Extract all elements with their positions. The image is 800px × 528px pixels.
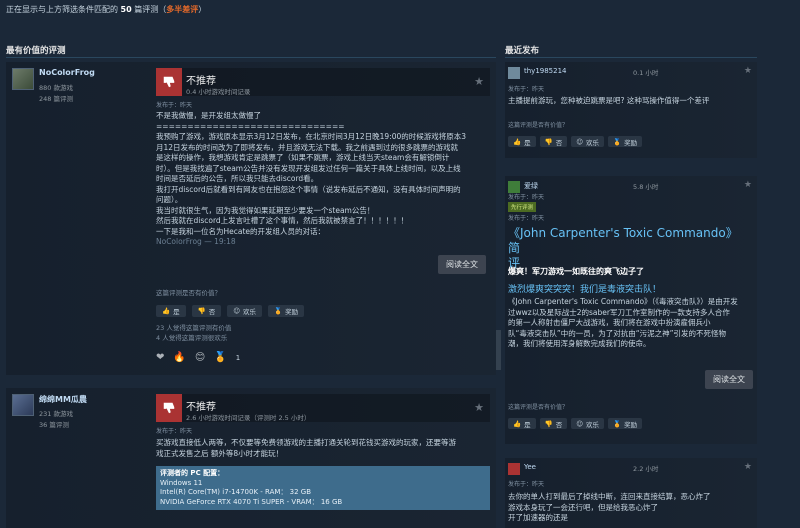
playtime: 2.2 小时 (633, 465, 659, 473)
review-content: 《John Carpenter's Toxic Commando》（《毒液突击队… (508, 297, 738, 348)
vote-no-button[interactable]: 👎 否 (539, 418, 568, 429)
award-icon: 🏅 (273, 307, 283, 315)
posted-date: 发布于：昨天 (508, 194, 545, 201)
award-count: 1 (235, 353, 241, 362)
thumbs-down-icon (508, 463, 520, 475)
award-medal-icon[interactable]: 🏅 (214, 352, 226, 363)
vote-yes-button[interactable]: 👍 是 (508, 136, 536, 147)
thumbs-down-icon: 👎 (197, 307, 206, 315)
avatar[interactable] (12, 68, 34, 90)
thumbs-down-icon (156, 68, 182, 96)
author-name[interactable]: 绵绵MM瓜農 (39, 394, 87, 405)
review-subheadline: 激烈爆爽突突突！我们是毒液突击队！ (508, 285, 662, 295)
filter-summary: 正在显示与上方筛选条件匹配的 50 篇评测（多半差评） (6, 5, 207, 14)
divider (505, 57, 757, 58)
vote-funny-button[interactable]: ☺ 欢乐 (571, 136, 604, 147)
playtime: 0.1 小时 (633, 69, 659, 77)
thumbs-up-icon: 👍 (513, 419, 522, 428)
vote-buttons: 👍 是 👎 否 ☺ 欢乐 🏅 奖励 (156, 305, 305, 317)
vote-no-button[interactable]: 👎 否 (539, 136, 568, 147)
thumbs-up-icon: 👍 (513, 137, 522, 146)
pc-specs: 评测者的 PC 配置： Windows 11 Intel(R) Core(TM)… (156, 466, 490, 510)
scrollbar[interactable] (496, 330, 501, 370)
award-smile-icon[interactable]: 😊 (195, 352, 205, 363)
sentiment-label[interactable]: 多半差评 (166, 5, 198, 14)
recent-review-card: thy1985214 0.1 小时 ★ 发布于：昨天 主播提前游玩，您种被迫跳票… (505, 62, 757, 158)
award-heart-icon[interactable]: ❤ (156, 352, 164, 363)
author-games[interactable]: 880 款游戏 (39, 82, 73, 92)
author-reviews[interactable]: 248 篇评测 (39, 93, 73, 103)
funny-count: 4 人觉得这篇评测很欢乐 (156, 334, 228, 342)
thumbs-down-icon: 👎 (544, 137, 553, 146)
thumbs-down-icon (156, 394, 182, 422)
vote-funny-button[interactable]: ☺ 欢乐 (227, 305, 262, 317)
author-reviews[interactable]: 36 篇评测 (39, 419, 69, 429)
star-icon[interactable]: ★ (474, 75, 484, 88)
posted-date: 发布于：昨天 (508, 86, 545, 93)
avatar[interactable] (12, 394, 34, 416)
vote-yes-button[interactable]: 👍 是 (508, 418, 536, 429)
review-count: 50 (120, 5, 132, 14)
review-content: 不是我做慢，是开发组太做慢了 =========================… (156, 111, 467, 246)
award-fire-icon[interactable]: 🔥 (173, 352, 185, 363)
verdict-label: 不推荐 (186, 402, 216, 413)
star-icon[interactable]: ★ (744, 180, 752, 190)
review-card: NoColorFrog 880 款游戏 248 篇评测 不推荐 0.4 小时游戏… (6, 62, 496, 375)
posted-date: 发布于：昨天 (156, 428, 193, 435)
vote-buttons: 👍 是 👎 否 ☺ 欢乐 🏅 奖励 (508, 418, 643, 429)
verdict-header[interactable]: 不推荐 0.4 小时游戏时间记录 ★ (156, 68, 490, 96)
review-title: 《John Carpenter's Toxic Commando》简 评 (508, 226, 738, 270)
award-icon: 🏅 (612, 419, 622, 428)
helpful-question: 这篇评测是否有价值？ (508, 122, 569, 129)
read-more-button[interactable]: 阅读全文 (705, 370, 753, 389)
review-content: 去你的单人打到最后了掉线中断，连回来直接结算，恶心炸了 游戏本身玩了一会还行吧，… (508, 492, 711, 522)
laugh-icon: ☺ (233, 307, 240, 315)
verdict-header[interactable]: 不推荐 2.6 小时游戏时间记录（评测时 2.5 小时） ★ (156, 394, 490, 422)
posted-date: 发布于：昨天 (156, 102, 193, 109)
award-button[interactable]: 🏅 奖励 (267, 305, 305, 317)
avatar[interactable] (508, 67, 520, 79)
helpful-count: 23 人觉得这篇评测有价值 (156, 324, 232, 332)
author-name[interactable]: NoColorFrog (39, 68, 95, 77)
thumbs-down-icon: 👎 (544, 419, 553, 428)
vote-yes-button[interactable]: 👍 是 (156, 305, 186, 317)
review-headline: 爆爽！军刀游戏一如既往的爽飞边子了 (508, 267, 644, 276)
helpful-question: 这篇评测是否有价值？ (156, 289, 221, 297)
author-name[interactable]: 爱绿 (524, 181, 538, 191)
star-icon[interactable]: ★ (474, 401, 484, 414)
vote-funny-button[interactable]: ☺ 欢乐 (571, 418, 604, 429)
author-name[interactable]: thy1985214 (524, 67, 567, 75)
divider (6, 57, 496, 58)
recent-review-card: Yee 2.2 小时 ★ 发布于：昨天 去你的单人打到最后了掉线中断，连回来直接… (505, 458, 757, 528)
award-button[interactable]: 🏅 奖励 (607, 136, 643, 147)
playtime: 5.8 小时 (633, 183, 659, 191)
posted-date: 发布于：昨天 (508, 215, 545, 222)
laugh-icon: ☺ (576, 137, 583, 146)
awards: ❤ 🔥 😊 🏅 1 (156, 352, 240, 363)
review-card: 绵绵MM瓜農 231 款游戏 36 篇评测 不推荐 2.6 小时游戏时间记录（评… (6, 388, 496, 528)
author-name[interactable]: Yee (524, 463, 536, 471)
helpful-question: 这篇评测是否有价值？ (508, 404, 569, 411)
vote-buttons: 👍 是 👎 否 ☺ 欢乐 🏅 奖励 (508, 136, 643, 147)
star-icon[interactable]: ★ (744, 462, 752, 472)
verdict-label: 不推荐 (186, 76, 216, 87)
award-icon: 🏅 (612, 137, 622, 146)
recent-review-card: 爱绿 5.8 小时 ★ 发布于：昨天 先行评测 发布于：昨天 《John Car… (505, 176, 757, 444)
posted-date: 发布于：昨天 (508, 481, 545, 488)
read-more-button[interactable]: 阅读全文 (438, 255, 486, 274)
star-icon[interactable]: ★ (744, 66, 752, 76)
playtime: 0.4 小时游戏时间记录 (186, 88, 251, 96)
laugh-icon: ☺ (576, 419, 583, 428)
author-games[interactable]: 231 款游戏 (39, 408, 73, 418)
review-content: 买游戏直接低人两等，不仅要等免费领游戏的主播打通关轮到花钱买游戏的玩家，还要等游… (156, 438, 456, 458)
award-button[interactable]: 🏅 奖励 (607, 418, 643, 429)
early-access-badge: 先行评测 (508, 202, 537, 212)
section-title-helpful: 最有价值的评测 (6, 46, 66, 56)
playtime: 2.6 小时游戏时间记录（评测时 2.5 小时） (186, 414, 311, 422)
section-title-recent: 最近发布 (505, 46, 540, 56)
vote-no-button[interactable]: 👎 否 (191, 305, 222, 317)
thumbs-up-icon: 👍 (162, 307, 171, 315)
review-content: 主播提前游玩，您种被迫跳票是吧? 这种骂操作值得一个差评 (508, 96, 710, 105)
